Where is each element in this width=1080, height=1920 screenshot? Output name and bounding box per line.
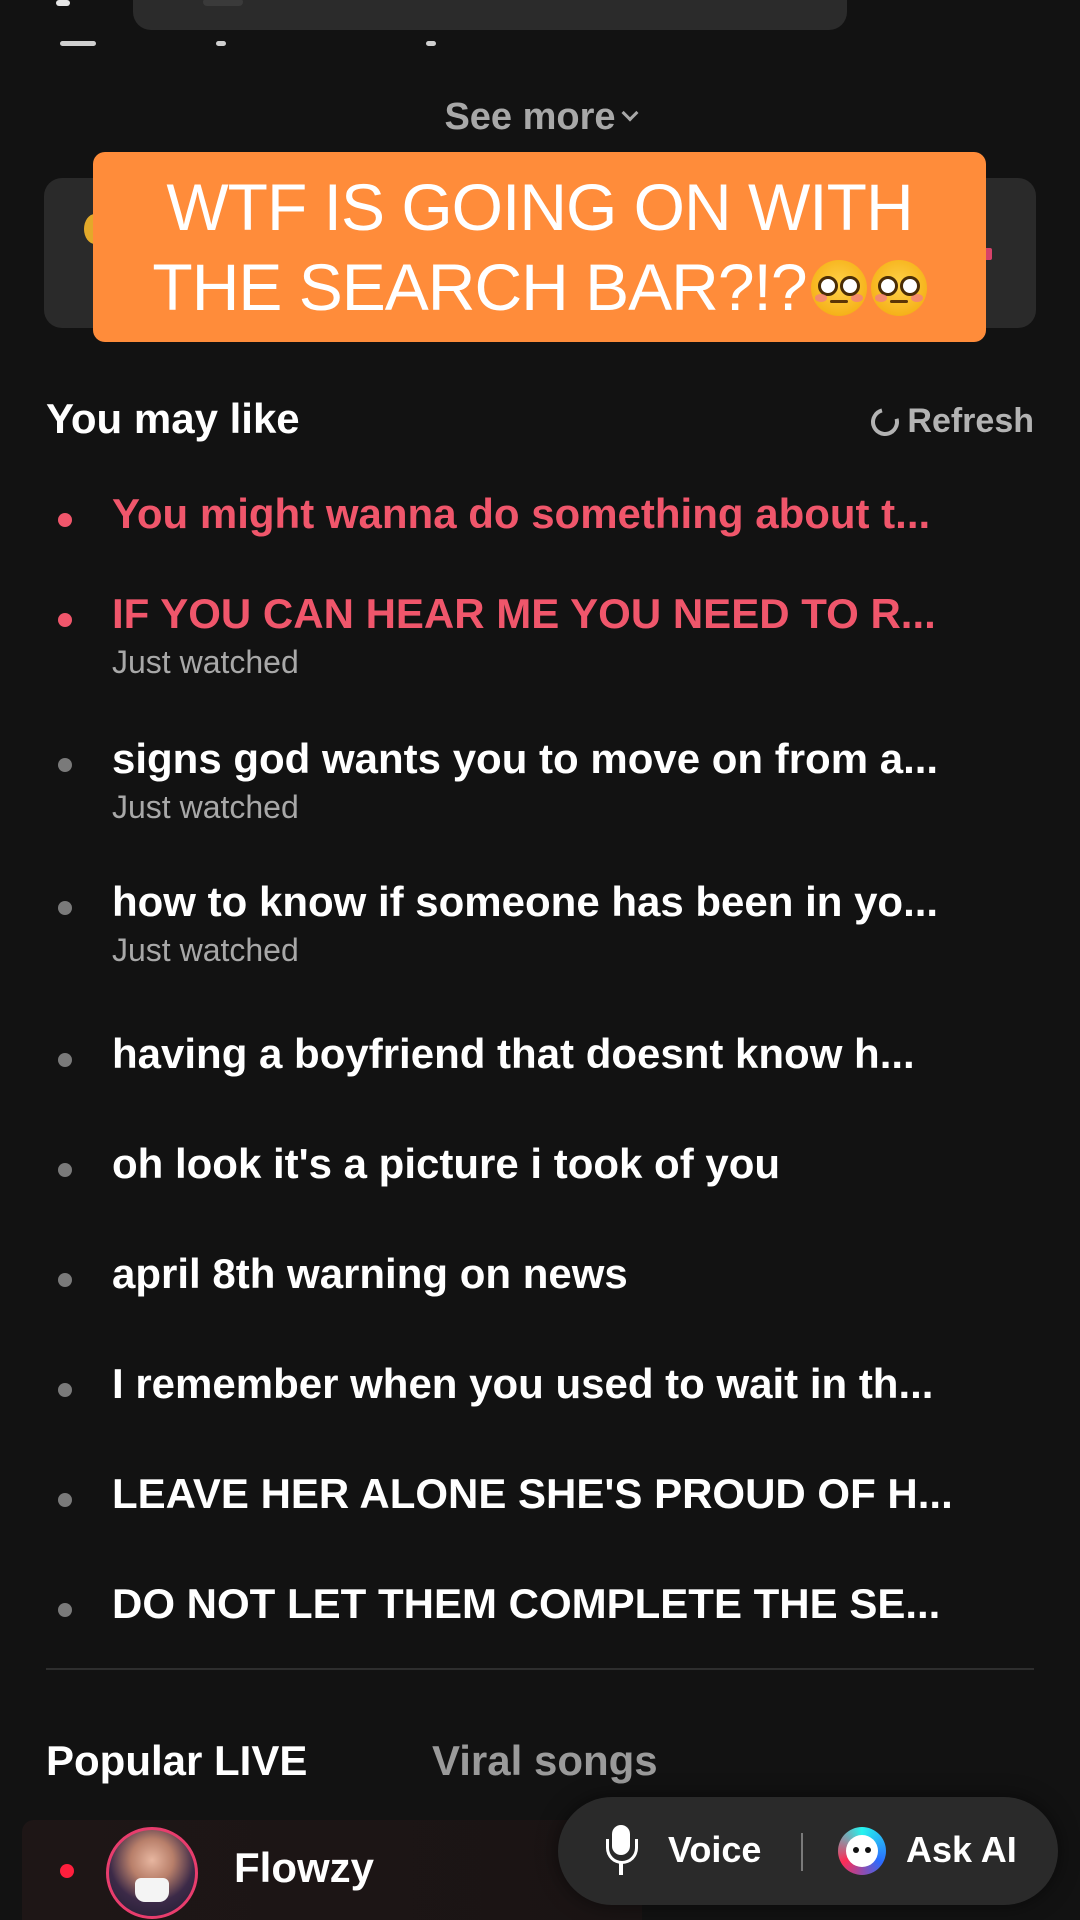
ask-ai-button[interactable]: Ask AI	[906, 1829, 1017, 1871]
assistant-pill: Voice Ask AI	[558, 1797, 1058, 1905]
tab-popular-live[interactable]: Popular LIVE	[46, 1737, 307, 1785]
search-input[interactable]	[133, 0, 847, 30]
suggestion-item[interactable]: signs god wants you to move on from a...…	[58, 735, 1018, 835]
cut-off-description	[60, 40, 580, 46]
suggestion-text: having a boyfriend that doesnt know h...	[112, 1030, 915, 1077]
suggestion-text: I remember when you used to wait in th..…	[112, 1360, 934, 1407]
bullet-icon	[58, 758, 72, 772]
banner-line-2: THE SEARCH BAR?!?	[152, 247, 927, 327]
suggestion-item[interactable]: DO NOT LET THEM COMPLETE THE SE...	[58, 1580, 1018, 1640]
suggestion-text: signs god wants you to move on from a...	[112, 735, 939, 782]
bullet-icon	[58, 1493, 72, 1507]
suggestion-text: oh look it's a picture i took of you	[112, 1140, 781, 1187]
microphone-icon[interactable]	[606, 1825, 638, 1877]
banner-line-1: WTF IS GOING ON WITH	[166, 170, 913, 244]
see-more-button[interactable]: See more	[0, 96, 1080, 139]
suggestion-item[interactable]: I remember when you used to wait in th..…	[58, 1360, 1018, 1420]
suggestion-subtext: Just watched	[112, 932, 299, 968]
suggestion-item[interactable]: You might wanna do something about t...	[58, 490, 1018, 550]
avatar[interactable]	[106, 1827, 198, 1919]
search-icon	[203, 0, 243, 6]
refresh-label: Refresh	[907, 402, 1034, 440]
suggestion-item[interactable]: how to know if someone has been in yo...…	[58, 878, 1018, 978]
voice-button[interactable]: Voice	[668, 1829, 761, 1871]
suggestion-item[interactable]: IF YOU CAN HEAR ME YOU NEED TO R... Just …	[58, 590, 1018, 690]
refresh-button[interactable]: Refresh	[866, 402, 1034, 441]
suggestion-text: april 8th warning on news	[112, 1250, 628, 1297]
suggestion-subtext: Just watched	[112, 644, 299, 680]
suggestion-item[interactable]: april 8th warning on news	[58, 1250, 1018, 1310]
suggestion-text: IF YOU CAN HEAR ME YOU NEED TO R...	[112, 590, 936, 637]
suggestion-item[interactable]: LEAVE HER ALONE SHE'S PROUD OF H...	[58, 1470, 1018, 1530]
refresh-icon	[866, 402, 905, 441]
bullet-icon	[58, 613, 72, 627]
suggestion-item[interactable]: oh look it's a picture i took of you	[58, 1140, 1018, 1200]
bullet-icon	[58, 1603, 72, 1617]
section-divider	[46, 1668, 1034, 1670]
bullet-icon	[58, 1273, 72, 1287]
live-item[interactable]: Flowzy	[22, 1820, 642, 1920]
pill-divider	[801, 1833, 803, 1871]
bullet-icon	[58, 901, 72, 915]
back-arrow-icon[interactable]	[56, 0, 70, 6]
flushed-face-icon	[870, 260, 927, 316]
bullet-icon	[58, 513, 72, 527]
suggestion-item[interactable]: having a boyfriend that doesnt know h...	[58, 1030, 1018, 1090]
chevron-down-icon	[621, 104, 639, 122]
flushed-face-icon	[810, 260, 867, 316]
suggestion-text: LEAVE HER ALONE SHE'S PROUD OF H...	[112, 1470, 953, 1517]
tab-viral-songs[interactable]: Viral songs	[432, 1737, 658, 1785]
suggestion-subtext: Just watched	[112, 789, 299, 825]
banner-line-2-text: THE SEARCH BAR?!?	[152, 250, 807, 324]
bullet-icon	[58, 1163, 72, 1177]
bullet-icon	[58, 1053, 72, 1067]
suggestion-text: DO NOT LET THEM COMPLETE THE SE...	[112, 1580, 941, 1627]
you-may-like-title: You may like	[46, 395, 300, 442]
ask-ai-icon[interactable]	[838, 1827, 886, 1875]
see-more-label: See more	[444, 96, 616, 138]
suggestion-text: You might wanna do something about t...	[112, 490, 931, 537]
live-indicator-icon	[60, 1864, 74, 1878]
caption-banner: WTF IS GOING ON WITH THE SEARCH BAR?!?	[93, 152, 986, 342]
bullet-icon	[58, 1383, 72, 1397]
live-streamer-name: Flowzy	[234, 1844, 375, 1891]
suggestion-text: how to know if someone has been in yo...	[112, 878, 939, 925]
